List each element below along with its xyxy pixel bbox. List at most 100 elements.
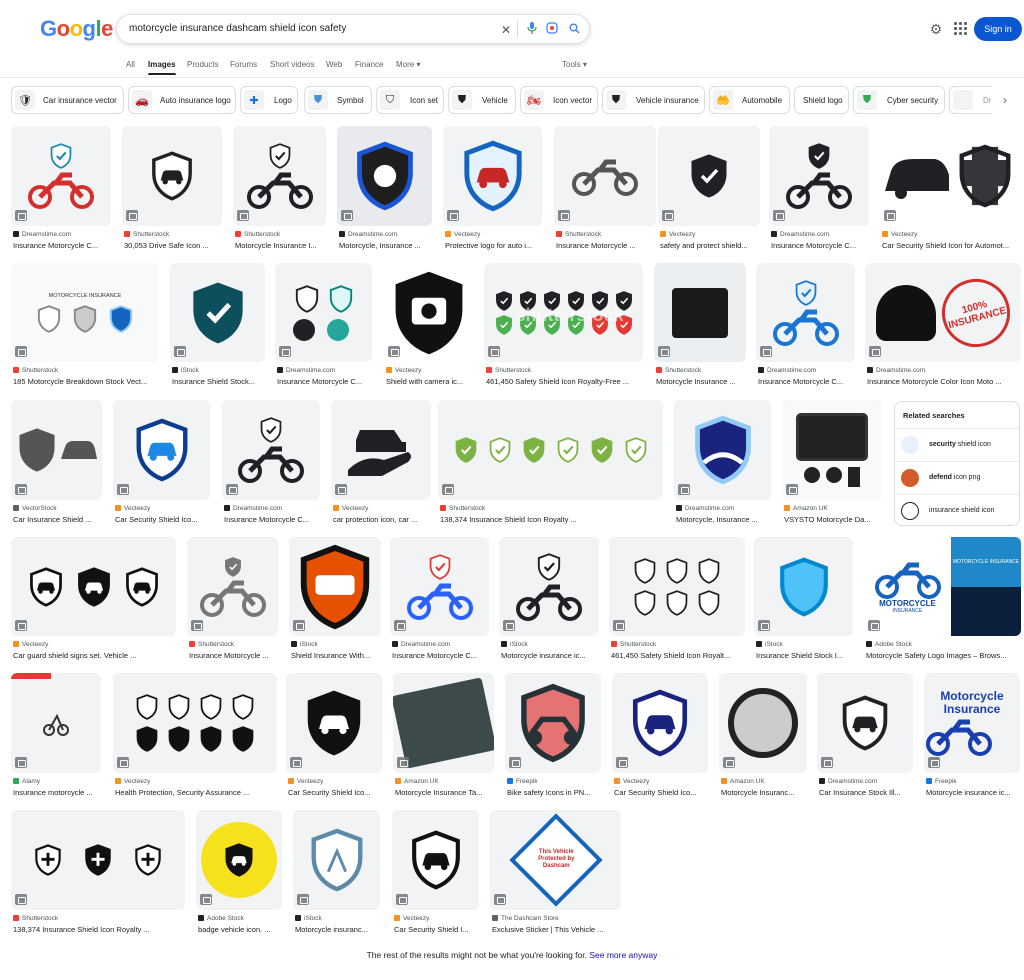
search-input[interactable]: motorcycle insurance dashcam shield icon… [129,23,346,34]
image-result[interactable]: Vecteezy Health Protection, Security Assu… [113,673,277,805]
chip-automobile[interactable]: 🤲 Automobile [709,86,790,114]
result-title[interactable]: Health Protection, Security Assurance ..… [115,788,279,797]
image-result[interactable]: iStock Insurance Shield Stock I... [754,537,853,668]
tab-short-videos[interactable]: Short videos [270,60,314,69]
image-result[interactable]: Vecteezy Car Security Shield Ico... [612,673,708,805]
image-result[interactable]: MOTORCYCLE INSURANCE MOTORCYCLE INSURANCE A… [864,537,1021,668]
result-title[interactable]: Insurance Motorcycle C... [771,241,871,250]
result-title[interactable]: Exclusive Sticker | This Vehicle ... [492,925,623,934]
result-title[interactable]: Motorcycle Safety Logo Images – Brows... [866,651,1023,660]
result-source[interactable]: Vecteezy [115,505,212,512]
image-result[interactable]: Dreamstime.com Motorcycle, Insurance ... [337,126,432,258]
image-result[interactable]: Shutterstock 30,053 Drive Safe Icon ... [122,126,222,258]
result-title[interactable]: Insurance Motorcycle ... [189,651,280,660]
chip-icon-vector[interactable]: 🏍 Icon vector [520,86,598,114]
result-thumbnail[interactable] [880,126,1020,226]
result-source[interactable]: Dreamstime.com [224,505,322,512]
result-source[interactable]: Dreamstime.com [676,505,773,512]
result-source[interactable]: Vecteezy [333,505,433,512]
chip-vehicle[interactable]: ⛊ Vehicle [448,86,516,114]
tab-more[interactable]: More ▾ [396,60,420,69]
clear-icon[interactable]: ✕ [497,21,515,39]
tab-finance[interactable]: Finance [355,60,383,69]
microphone-icon[interactable] [523,21,541,39]
gear-icon[interactable]: ⚙ [928,21,944,37]
image-result[interactable]: MOTORCYCLE INSURANCE Shutterstock 185 Moto… [11,263,159,394]
result-source[interactable]: Shutterstock [656,367,748,374]
result-title[interactable]: Insurance Motorcycle C... [224,515,322,524]
image-result[interactable]: iStock Shield Insurance With... [289,537,381,668]
result-title[interactable]: Protective logo for auto i... [445,241,544,250]
tab-forums[interactable]: Forums [230,60,257,69]
image-result[interactable]: This Vehicle Protected by Dashcam The Dashc… [490,810,621,942]
result-source[interactable]: Shutterstock [13,367,161,374]
image-result[interactable]: Shutterstock Motorcycle Insurance I... [233,126,326,258]
result-title[interactable]: 138,374 Insurance Shield Icon Royalty ..… [440,515,665,524]
result-source[interactable]: iStock [756,641,855,648]
result-source[interactable]: Vecteezy [445,231,544,238]
result-title[interactable]: Insurance Motorcycle Color Icon Moto ... [867,377,1023,386]
image-result[interactable]: Vecteezy car protection icon, car ... [331,400,431,532]
image-result[interactable]: Vecteezy Car Security Shield Ico... [286,673,382,805]
result-title[interactable]: Insurance Motorcycle C... [13,241,113,250]
result-title[interactable]: 30,053 Drive Safe Icon ... [124,241,224,250]
image-result[interactable]: Vecteezy Car Security Shield Ico... [113,400,210,532]
result-source[interactable]: Shutterstock [124,231,224,238]
chip-shield-logo[interactable]: Shield logo [794,86,849,114]
tab-images[interactable]: Images [148,60,176,75]
result-title[interactable]: Insurance Shield Stock... [172,377,267,386]
result-source[interactable]: Shutterstock [611,641,747,648]
result-title[interactable]: Car Security Shield Ico... [614,788,710,797]
result-thumbnail[interactable] [609,537,745,636]
chip-auto-insurance-logo[interactable]: 🚗 Auto insurance logo [128,86,236,114]
result-source[interactable]: Shutterstock [440,505,665,512]
result-title[interactable]: Motorcycle insurance ic... [501,651,601,660]
google-logo[interactable]: Google [40,16,113,42]
image-result[interactable]: Vecteezy safety and protect shield... [658,126,760,258]
result-source[interactable]: Amazon UK [721,778,809,785]
result-source[interactable]: Vecteezy [13,641,178,648]
result-title[interactable]: Car Security Shield Ico... [115,515,212,524]
result-title[interactable]: badge vehicle icon. ... [198,925,284,934]
see-more-anyway-link[interactable]: See more anyway [589,950,657,960]
result-title[interactable]: Motorcycle Insurance I... [235,241,328,250]
result-title[interactable]: 461,450 Safety Shield Icon Royalty-Free … [486,377,645,386]
result-source[interactable]: Vecteezy [115,778,279,785]
image-result[interactable]: VectorStock Car Insurance Shield ... [11,400,102,532]
sign-in-button[interactable]: Sign in [974,17,1022,41]
result-source[interactable]: Dreamstime.com [758,367,857,374]
result-thumbnail[interactable]: 100% INSURANCE [865,263,1021,362]
result-source[interactable]: Amazon UK [784,505,884,512]
image-result[interactable]: Vecteezy Car guard shield signs set. Vehi… [11,537,176,668]
image-result[interactable]: Vecteezy Car Security Shield Icon for Aut… [880,126,1020,258]
result-source[interactable]: Amazon UK [395,778,496,785]
chevron-right-icon[interactable]: › [996,91,1014,109]
result-title[interactable]: 138,374 Insurance Shield Icon Royalty ..… [13,925,187,934]
result-title[interactable]: Car Insurance Shield ... [13,515,104,524]
image-result[interactable]: Adobe Stock badge vehicle icon. ... [196,810,282,942]
result-source[interactable]: Freepik [507,778,603,785]
result-source[interactable]: Vecteezy [288,778,384,785]
image-result[interactable]: Dreamstime.com Insurance Motorcycle C... [11,126,111,258]
result-title[interactable]: car protection icon, car ... [333,515,433,524]
result-source[interactable]: iStock [172,367,267,374]
result-title[interactable]: VSYSTO Motorcycle Da... [784,515,884,524]
result-title[interactable]: Car guard shield signs set. Vehicle ... [13,651,178,660]
result-title[interactable]: Insurance motorcycle ... [13,788,103,797]
image-result[interactable]: Dreamstime.com Motorcycle, Insurance ... [674,400,771,532]
tools-button[interactable]: Tools ▾ [562,60,587,69]
related-item-security-shield-icon[interactable]: security shield icon [895,428,1019,460]
result-source[interactable]: Shutterstock [556,231,658,238]
image-result[interactable]: Dreamstime.com Insurance Motorcycle C... [769,126,869,258]
result-source[interactable]: Vecteezy [386,367,475,374]
result-source[interactable]: Vecteezy [614,778,710,785]
result-thumbnail[interactable] [113,673,277,773]
result-source[interactable]: Dreamstime.com [13,231,113,238]
related-item-insurance-shield-icon[interactable]: insurance shield icon [895,494,1019,526]
image-result[interactable]: iStock Motorcycle insuranc... [293,810,380,942]
search-box[interactable]: motorcycle insurance dashcam shield icon… [116,14,590,44]
lens-icon[interactable] [543,21,561,39]
result-title[interactable]: Shield with camera ic... [386,377,475,386]
chip-vehicle-insurance[interactable]: ⛊ Vehicle insurance [602,86,705,114]
result-thumbnail[interactable] [438,400,663,500]
